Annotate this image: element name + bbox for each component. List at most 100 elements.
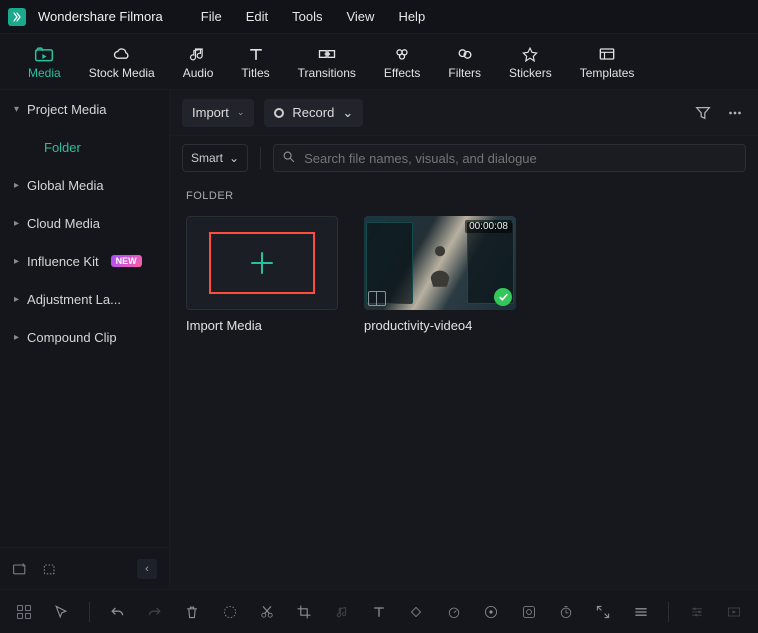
clip-thumbnail[interactable]: 00:00:08 — [364, 216, 516, 310]
app-logo — [8, 8, 26, 26]
tab-filters[interactable]: Filters — [448, 44, 481, 80]
tab-titles[interactable]: Titles — [241, 44, 269, 80]
search-icon — [282, 150, 296, 167]
mark-icon[interactable] — [220, 602, 239, 622]
filter-icon[interactable] — [692, 102, 714, 124]
collapse-sidebar-button[interactable]: ‹ — [137, 559, 157, 579]
caret-down-icon: ⌄ — [342, 105, 353, 121]
duration-badge: 00:00:08 — [465, 220, 512, 233]
adjust-icon[interactable] — [687, 602, 706, 622]
undo-icon[interactable] — [108, 602, 127, 622]
smart-dropdown[interactable]: Smart ⌄ — [182, 144, 248, 172]
sidebar-item-label: Compound Clip — [27, 330, 117, 345]
sidebar-item-global-media[interactable]: ▸ Global Media — [0, 166, 169, 204]
card-label: Import Media — [186, 318, 338, 333]
tab-label: Templates — [580, 66, 635, 80]
menu-bar: File Edit Tools View Help — [201, 9, 425, 24]
tab-label: Transitions — [298, 66, 356, 80]
expand-icon[interactable] — [594, 602, 613, 622]
audio-icon — [188, 44, 208, 64]
sidebar-item-influence-kit[interactable]: ▸ Influence Kit NEW — [0, 242, 169, 280]
tab-label: Titles — [241, 66, 269, 80]
render-icon[interactable] — [725, 602, 744, 622]
import-label: Import — [192, 105, 229, 120]
sidebar-item-label: Global Media — [27, 178, 104, 193]
app-title: Wondershare Filmora — [38, 9, 163, 24]
import-dropdown[interactable]: Import ⌄ — [182, 99, 254, 127]
filters-icon — [455, 44, 475, 64]
sidebar-item-cloud-media[interactable]: ▸ Cloud Media — [0, 204, 169, 242]
tab-media[interactable]: Media — [28, 44, 61, 80]
titlebar: Wondershare Filmora File Edit Tools View… — [0, 0, 758, 34]
sidebar-item-compound-clip[interactable]: ▸ Compound Clip — [0, 318, 169, 356]
new-folder-icon[interactable] — [12, 561, 28, 577]
sidebar-item-project-media[interactable]: ▾ Project Media — [0, 90, 169, 128]
crop-icon[interactable] — [295, 602, 314, 622]
pointer-icon[interactable] — [51, 602, 70, 622]
color-icon[interactable] — [481, 602, 500, 622]
chevron-left-icon: ‹ — [145, 563, 149, 575]
record-icon — [274, 108, 284, 118]
mask-icon[interactable] — [519, 602, 538, 622]
tab-label: Filters — [448, 66, 481, 80]
timeline-toolbar — [0, 589, 758, 633]
divider — [89, 602, 90, 622]
tab-audio[interactable]: Audio — [183, 44, 214, 80]
grid-icon[interactable] — [14, 602, 33, 622]
cloud-icon — [112, 44, 132, 64]
tab-stickers[interactable]: Stickers — [509, 44, 552, 80]
titles-icon — [246, 44, 266, 64]
chevron-right-icon: ▸ — [14, 294, 19, 305]
sidebar-item-folder[interactable]: Folder — [0, 128, 169, 166]
panel: ▾ Project Media Folder ▸ Global Media ▸ … — [0, 90, 758, 589]
music-icon[interactable] — [332, 602, 351, 622]
media-grid: Import Media 00:00:08 productivity-video… — [170, 202, 758, 347]
divider — [260, 147, 261, 169]
tab-stock-media[interactable]: Stock Media — [89, 44, 155, 80]
tab-label: Stickers — [509, 66, 552, 80]
redo-icon[interactable] — [145, 602, 164, 622]
search-input[interactable] — [304, 151, 737, 166]
import-media-card[interactable]: Import Media — [186, 216, 338, 333]
keyframe-icon[interactable] — [407, 602, 426, 622]
record-dropdown[interactable]: Record ⌄ — [264, 99, 363, 127]
breadcrumb: FOLDER — [170, 180, 758, 202]
plus-icon — [247, 248, 277, 278]
new-bin-icon[interactable] — [42, 561, 58, 577]
tabstrip: Media Stock Media Audio Titles Transitio… — [0, 34, 758, 90]
person-silhouette — [423, 236, 457, 290]
import-thumbnail[interactable] — [186, 216, 338, 310]
chevron-right-icon: ▸ — [14, 218, 19, 229]
chevron-right-icon: ▸ — [14, 332, 19, 343]
timer-icon[interactable] — [556, 602, 575, 622]
tab-templates[interactable]: Templates — [580, 44, 635, 80]
check-icon — [494, 288, 512, 306]
speed-icon[interactable] — [444, 602, 463, 622]
menu-file[interactable]: File — [201, 9, 222, 24]
sidebar-footer: ‹ — [0, 547, 169, 589]
media-icon — [34, 44, 54, 64]
transitions-icon — [317, 44, 337, 64]
menu-view[interactable]: View — [346, 9, 374, 24]
caret-down-icon: ⌄ — [229, 151, 239, 165]
tab-effects[interactable]: Effects — [384, 44, 420, 80]
tab-transitions[interactable]: Transitions — [298, 44, 356, 80]
menu-help[interactable]: Help — [398, 9, 425, 24]
menu-edit[interactable]: Edit — [246, 9, 268, 24]
card-label: productivity-video4 — [364, 318, 516, 333]
tab-label: Effects — [384, 66, 420, 80]
sidebar-item-label: Adjustment La... — [27, 292, 121, 307]
text-icon[interactable] — [369, 602, 388, 622]
more-icon[interactable] — [724, 102, 746, 124]
search-box[interactable] — [273, 144, 746, 172]
caret-down-icon: ⌄ — [237, 107, 245, 118]
delete-icon[interactable] — [182, 602, 201, 622]
cut-icon[interactable] — [257, 602, 276, 622]
media-card-clip1[interactable]: 00:00:08 productivity-video4 — [364, 216, 516, 333]
sidebar-item-label: Project Media — [27, 102, 106, 117]
sidebar-item-adjustment-layer[interactable]: ▸ Adjustment La... — [0, 280, 169, 318]
track-icon[interactable] — [631, 602, 650, 622]
chevron-right-icon: ▸ — [14, 180, 19, 191]
sidebar: ▾ Project Media Folder ▸ Global Media ▸ … — [0, 90, 170, 589]
menu-tools[interactable]: Tools — [292, 9, 322, 24]
